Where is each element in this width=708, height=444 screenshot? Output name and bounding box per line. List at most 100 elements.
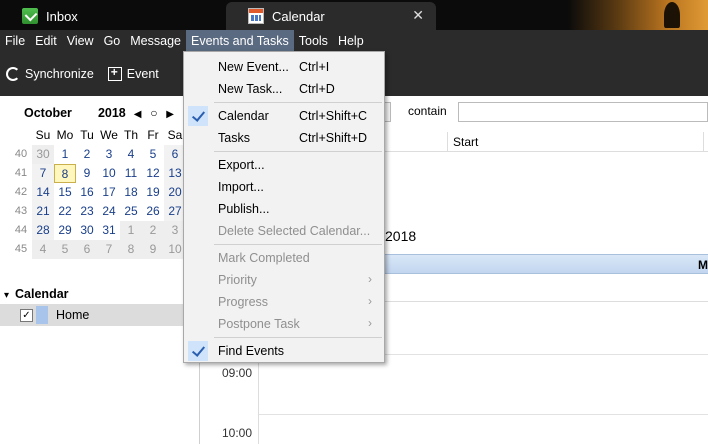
filter-contain-label: contain	[408, 104, 447, 118]
calendar-day[interactable]: 2	[142, 221, 164, 240]
submenu-arrow-icon: ›	[368, 294, 372, 308]
calendar-day[interactable]: 24	[98, 202, 120, 221]
calendar-day[interactable]: 25	[120, 202, 142, 221]
previous-month-icon[interactable]: ◀	[134, 109, 142, 120]
calendar-day[interactable]: 1	[54, 145, 76, 164]
column-separator[interactable]	[447, 132, 448, 152]
calendar-day[interactable]: 3	[98, 145, 120, 164]
calendar-item-home[interactable]: ✓ Home	[0, 304, 200, 326]
submenu-arrow-icon: ›	[368, 272, 372, 286]
calendar-list-section: ▾ Calendar ✓ Home	[0, 284, 200, 326]
menu-item-label: Publish...	[218, 202, 270, 216]
synchronize-button[interactable]: Synchronize	[6, 67, 94, 81]
menu-progress: Progress ›	[184, 291, 384, 313]
day-of-week-label: Tu	[80, 128, 94, 142]
calendar-day[interactable]: 30	[32, 145, 54, 164]
day-of-week-label: We	[100, 128, 118, 142]
menu-go[interactable]: Go	[99, 30, 126, 52]
calendar-day[interactable]: 17	[98, 183, 120, 202]
calendar-day[interactable]: 6	[76, 240, 98, 259]
calendar-day[interactable]: 5	[142, 145, 164, 164]
menu-item-shortcut: Ctrl+Shift+D	[299, 131, 368, 145]
week-number: 41	[14, 167, 28, 179]
calendar-day[interactable]: 8	[54, 164, 76, 183]
calendar-day[interactable]: 9	[142, 240, 164, 259]
left-pane: October 2018 ◀ ○ ▶ Su Mo Tu We Th Fr Sa 40 30 1 2 3…	[0, 96, 200, 444]
menu-delete-selected-calendar: Delete Selected Calendar...	[184, 220, 384, 242]
menu-separator	[214, 337, 382, 338]
tab-calendar[interactable]: Calendar ✕	[226, 2, 436, 30]
calendar-day[interactable]: 23	[76, 202, 98, 221]
mini-calendar-nav: ◀ ○ ▶	[134, 106, 180, 120]
calendar-day[interactable]: 16	[76, 183, 98, 202]
day-header-label: M	[698, 258, 708, 272]
calendar-day[interactable]: 7	[98, 240, 120, 259]
menu-new-event[interactable]: New Event... Ctrl+I	[184, 56, 384, 78]
header-background-image	[568, 0, 708, 30]
calendar-day[interactable]: 4	[32, 240, 54, 259]
menu-tasks-view[interactable]: Tasks Ctrl+Shift+D	[184, 127, 384, 149]
column-separator[interactable]	[703, 132, 704, 152]
calendar-day[interactable]: 26	[142, 202, 164, 221]
tab-calendar-label: Calendar	[272, 8, 325, 24]
day-of-week-label: Su	[35, 128, 51, 142]
time-label: 09:00	[221, 366, 252, 380]
tab-inbox[interactable]: Inbox	[0, 2, 225, 30]
tab-inbox-label: Inbox	[46, 8, 78, 24]
menu-help[interactable]: Help	[333, 30, 369, 52]
calendar-day[interactable]: 5	[54, 240, 76, 259]
menu-find-events[interactable]: Find Events	[184, 340, 384, 362]
menu-item-label: Tasks	[218, 131, 250, 145]
filter-search-input[interactable]	[458, 102, 708, 122]
calendar-day[interactable]: 2	[76, 145, 98, 164]
next-month-icon[interactable]: ▶	[166, 109, 174, 120]
year-label[interactable]: 2018	[98, 106, 126, 120]
menu-calendar-view[interactable]: Calendar Ctrl+Shift+C	[184, 105, 384, 127]
column-start[interactable]: Start	[453, 135, 478, 149]
calendar-day[interactable]: 19	[142, 183, 164, 202]
events-and-tasks-menu: New Event... Ctrl+I New Task... Ctrl+D C…	[183, 51, 385, 363]
new-event-button[interactable]: Event	[107, 65, 159, 81]
synchronize-label: Synchronize	[25, 67, 94, 81]
calendar-day[interactable]: 10	[98, 164, 120, 183]
calendar-day[interactable]: 9	[76, 164, 98, 183]
tab-bar: Inbox Calendar ✕	[0, 0, 708, 30]
menu-tools[interactable]: Tools	[294, 30, 333, 52]
calendar-day[interactable]: 31	[98, 221, 120, 240]
month-label[interactable]: October	[24, 106, 72, 120]
menu-import[interactable]: Import...	[184, 176, 384, 198]
calendar-day[interactable]: 1	[120, 221, 142, 240]
menu-item-label: Mark Completed	[218, 251, 310, 265]
checkmark-icon	[188, 341, 208, 361]
calendar-day[interactable]: 14	[32, 183, 54, 202]
hour-line	[259, 414, 708, 415]
menu-message[interactable]: Message	[125, 30, 186, 52]
menu-publish[interactable]: Publish...	[184, 198, 384, 220]
calendar-checkbox[interactable]: ✓	[20, 308, 33, 322]
calendar-day[interactable]: 30	[76, 221, 98, 240]
calendar-day[interactable]: 8	[120, 240, 142, 259]
calendar-day[interactable]: 4	[120, 145, 142, 164]
calendar-day[interactable]: 21	[32, 202, 54, 221]
menu-edit[interactable]: Edit	[30, 30, 62, 52]
calendar-day[interactable]: 18	[120, 183, 142, 202]
menu-separator	[214, 151, 382, 152]
calendar-day[interactable]: 22	[54, 202, 76, 221]
calendar-day[interactable]: 12	[142, 164, 164, 183]
menu-item-label: Postpone Task	[218, 317, 300, 331]
menu-new-task[interactable]: New Task... Ctrl+D	[184, 78, 384, 100]
close-tab-icon[interactable]: ✕	[412, 7, 424, 24]
calendar-day[interactable]: 11	[120, 164, 142, 183]
add-event-icon	[107, 65, 122, 81]
calendar-day[interactable]: 7	[32, 164, 54, 183]
menu-view[interactable]: View	[62, 30, 99, 52]
calendar-list-header[interactable]: ▾ Calendar	[0, 284, 200, 304]
calendar-day[interactable]: 28	[32, 221, 54, 240]
calendar-day[interactable]: 15	[54, 183, 76, 202]
calendar-day[interactable]: 29	[54, 221, 76, 240]
day-of-week-label: Mo	[56, 128, 74, 142]
menu-export[interactable]: Export...	[184, 154, 384, 176]
menu-file[interactable]: File	[0, 30, 30, 52]
today-icon[interactable]: ○	[150, 106, 157, 120]
menu-events-and-tasks[interactable]: Events and Tasks	[186, 30, 294, 52]
